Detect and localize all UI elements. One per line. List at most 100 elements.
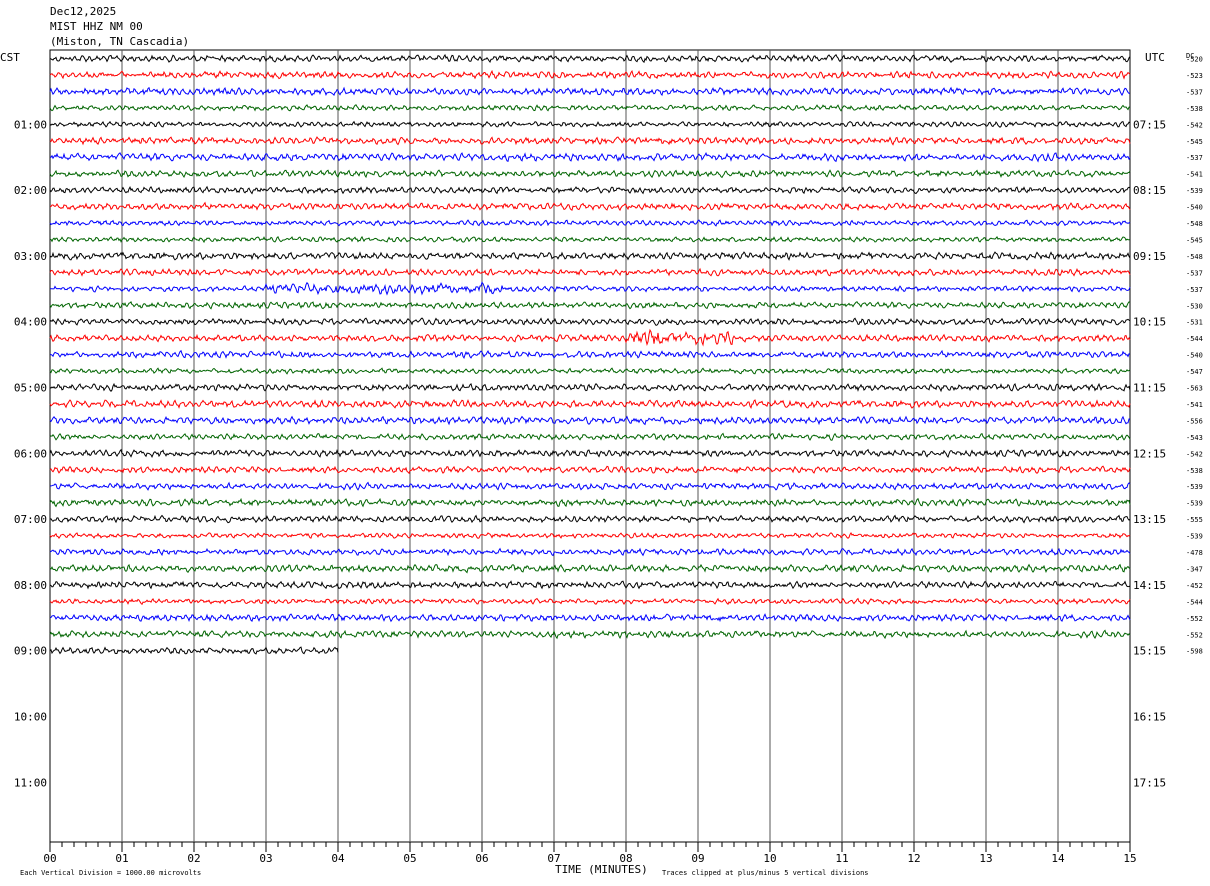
dc-offset-label: -547 — [1186, 368, 1203, 376]
trace-row-34 — [49, 613, 1131, 623]
dc-offset-label: -537 — [1186, 154, 1203, 162]
x-tick-label: 04 — [331, 852, 345, 865]
left-hour-label: 07:00 — [14, 513, 47, 526]
header-location: (Miston, TN Cascadia) — [50, 35, 189, 48]
dc-offset-label: -545 — [1186, 236, 1203, 244]
trace-row-30 — [49, 547, 1131, 557]
x-tick-label: 08 — [619, 852, 632, 865]
dc-offset-label: -563 — [1186, 385, 1203, 393]
trace-row-28 — [49, 514, 1131, 524]
trace-row-24 — [49, 448, 1131, 459]
left-hour-label: 11:00 — [14, 776, 47, 789]
dc-offset-label: -520 — [1186, 56, 1203, 64]
header-station: MIST HHZ NM 00 — [50, 20, 143, 33]
trace-row-16 — [49, 317, 1131, 327]
header-date: Dec12,2025 — [50, 5, 116, 18]
dc-offset-label: -540 — [1186, 204, 1203, 212]
x-tick-label: 12 — [907, 852, 920, 865]
dc-offset-label: -598 — [1186, 648, 1203, 656]
dc-offset-label: -478 — [1186, 549, 1203, 557]
trace-row-2 — [49, 86, 1131, 97]
trace-row-11 — [49, 235, 1131, 244]
right-hour-label: 17:15 — [1133, 776, 1166, 789]
trace-row-26 — [49, 481, 1131, 491]
trace-row-20 — [49, 382, 1131, 393]
dc-offset-label: -539 — [1186, 187, 1203, 195]
right-hour-label: 08:15 — [1133, 184, 1166, 197]
x-tick-label: 06 — [475, 852, 488, 865]
x-tick-label: 07 — [547, 852, 560, 865]
dc-offset-label: -540 — [1186, 352, 1203, 360]
trace-row-4 — [49, 120, 1131, 128]
dc-offset-label: -542 — [1186, 450, 1203, 458]
x-tick-label: 10 — [763, 852, 776, 865]
left-zone-label: CST — [0, 51, 20, 64]
dc-offset-label: -537 — [1186, 269, 1203, 277]
trace-row-7 — [49, 169, 1131, 179]
trace-row-33 — [49, 597, 1131, 606]
trace-row-10 — [49, 219, 1131, 227]
trace-row-0 — [49, 53, 1131, 64]
dc-offset-label: -552 — [1186, 631, 1203, 639]
dc-offset-label: -523 — [1186, 72, 1203, 80]
left-hour-label: 06:00 — [14, 447, 47, 460]
right-hour-label: 10:15 — [1133, 316, 1166, 329]
x-tick-label: 09 — [691, 852, 704, 865]
trace-row-8 — [49, 185, 1131, 195]
trace-row-14 — [50, 281, 1131, 296]
right-hour-label: 13:15 — [1133, 513, 1166, 526]
dc-offset-label: -548 — [1186, 253, 1203, 261]
dc-offset-label: -544 — [1186, 335, 1203, 343]
dc-offset-label: -539 — [1186, 533, 1203, 541]
dc-offset-label: -555 — [1186, 516, 1203, 524]
trace-row-18 — [50, 349, 1131, 360]
left-hour-label: 05:00 — [14, 382, 47, 395]
dc-offset-label: -539 — [1186, 500, 1203, 508]
trace-row-6 — [50, 152, 1131, 163]
right-hour-label: 11:15 — [1133, 382, 1166, 395]
trace-row-3 — [49, 104, 1131, 112]
left-hour-label: 09:00 — [14, 645, 47, 658]
dc-offset-label: -538 — [1186, 467, 1203, 475]
trace-row-5 — [49, 136, 1131, 146]
dc-offset-label: -531 — [1186, 319, 1203, 327]
left-hour-label: 03:00 — [14, 250, 47, 263]
scale-note: Each Vertical Division = 1000.00 microvo… — [20, 869, 201, 877]
dc-offset-label: -556 — [1186, 417, 1203, 425]
dc-offset-label: -452 — [1186, 582, 1203, 590]
right-hour-label: 09:15 — [1133, 250, 1166, 263]
trace-row-19 — [49, 367, 1131, 375]
trace-row-21 — [49, 399, 1131, 409]
x-axis-label: TIME (MINUTES) — [555, 863, 648, 876]
x-tick-label: 13 — [979, 852, 992, 865]
trace-row-31 — [49, 563, 1131, 574]
trace-row-15 — [49, 301, 1131, 310]
trace-layer — [49, 53, 1131, 655]
trace-row-25 — [49, 465, 1131, 475]
dc-offset-label: -538 — [1186, 105, 1203, 113]
right-hour-label: 15:15 — [1133, 645, 1166, 658]
dc-offset-label: -537 — [1186, 88, 1203, 96]
clip-note: Traces clipped at plus/minus 5 vertical … — [662, 869, 869, 877]
x-tick-label: 11 — [835, 852, 848, 865]
x-tick-label: 14 — [1051, 852, 1065, 865]
plot-frame — [49, 49, 1131, 843]
left-hour-label: 10:00 — [14, 711, 47, 724]
trace-row-32 — [49, 580, 1131, 590]
x-tick-label: 02 — [187, 852, 200, 865]
dc-offset-label: -541 — [1186, 401, 1203, 409]
trace-row-12 — [49, 251, 1131, 261]
trace-row-9 — [50, 201, 1131, 212]
right-hour-label: 14:15 — [1133, 579, 1166, 592]
dc-offset-label: -347 — [1186, 565, 1203, 573]
x-tick-label: 00 — [43, 852, 56, 865]
left-hour-label: 08:00 — [14, 579, 47, 592]
right-hour-label: 12:15 — [1133, 447, 1166, 460]
x-tick-label: 15 — [1123, 852, 1136, 865]
trace-row-22 — [49, 415, 1131, 426]
label-layer: Dec12,2025 MIST HHZ NM 00 (Miston, TN Ca… — [0, 5, 1203, 877]
x-tick-label: 03 — [259, 852, 272, 865]
x-tick-label: 01 — [115, 852, 128, 865]
right-hour-label: 07:15 — [1133, 118, 1166, 131]
trace-row-13 — [49, 267, 1131, 277]
